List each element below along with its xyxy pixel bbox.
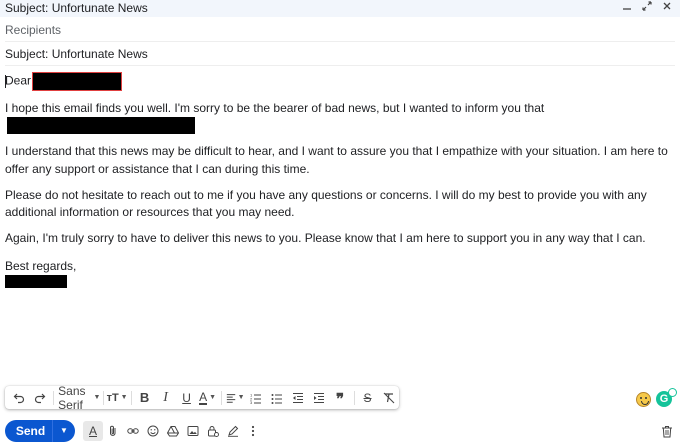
chevron-down-icon: ▼ [237, 394, 245, 401]
bulleted-list-button[interactable] [267, 386, 288, 409]
font-size-button[interactable]: тT ▼ [107, 386, 128, 409]
body-paragraph-4: Again, I'm truly sorry to have to delive… [5, 231, 646, 245]
subject-text: Subject: Unfortunate News [5, 47, 148, 61]
insert-photo-button[interactable] [183, 421, 203, 441]
italic-button[interactable]: I [155, 386, 176, 409]
message-body[interactable]: Dear I hope this email finds you well. I… [5, 72, 670, 297]
chevron-down-icon: ▼ [93, 394, 101, 401]
close-icon[interactable] [662, 1, 672, 15]
signature-block: Best regards, [5, 258, 670, 288]
quote-icon: ❞ [336, 392, 345, 408]
insert-emoji-button[interactable] [143, 421, 163, 441]
expand-icon[interactable] [642, 1, 652, 15]
indent-less-button[interactable] [288, 386, 309, 409]
recipients-field[interactable]: Recipients [5, 19, 675, 42]
text-color-button[interactable]: A ▼ [197, 386, 218, 409]
text-color-icon: A [199, 389, 208, 405]
align-button[interactable]: ▼ [225, 386, 246, 409]
more-options-icon [251, 425, 255, 437]
indent-more-icon [314, 392, 325, 403]
discard-draft-button[interactable] [659, 423, 675, 439]
undo-button[interactable] [8, 386, 29, 409]
remove-formatting-button[interactable] [378, 386, 399, 409]
closing-text: Best regards, [5, 258, 77, 273]
remove-formatting-icon [383, 392, 394, 403]
bulleted-list-icon [271, 393, 283, 404]
link-icon [127, 428, 139, 434]
strikethrough-icon: S [363, 390, 372, 405]
numbered-list-button[interactable]: 123 [246, 386, 267, 409]
drive-icon [167, 426, 179, 437]
greeting-text: Dear [5, 73, 32, 88]
underline-button[interactable]: U [176, 386, 197, 409]
redacted-recipient-name [32, 72, 123, 91]
svg-text:3: 3 [250, 400, 253, 404]
compose-action-bar: Send ▼ A [5, 420, 263, 442]
window-controls [622, 1, 672, 15]
font-family-select[interactable]: Sans Serif ▼ [56, 383, 101, 412]
indent-less-icon [293, 392, 304, 403]
minimize-icon[interactable] [622, 1, 632, 15]
font-size-icon: тT [106, 391, 119, 404]
redacted-news-detail [7, 117, 195, 135]
recipients-placeholder: Recipients [5, 23, 62, 37]
font-family-label: Sans Serif [58, 383, 86, 412]
greeting-line: Dear [5, 72, 670, 91]
compose-window-title: Subject: Unfortunate News [5, 1, 148, 15]
emoji-reaction-icon[interactable] [636, 392, 651, 407]
paragraph-1-text: I hope this email finds you well. I'm so… [5, 100, 545, 115]
photo-icon [187, 426, 199, 436]
subject-field[interactable]: Subject: Unfortunate News [5, 43, 675, 66]
send-button[interactable]: Send [5, 420, 52, 442]
emoji-icon [147, 425, 159, 437]
signature-icon [228, 425, 239, 437]
insert-signature-button[interactable] [223, 421, 243, 441]
compose-title-bar[interactable]: Subject: Unfortunate News [0, 0, 680, 17]
align-icon [226, 393, 235, 403]
redo-icon [34, 393, 45, 403]
numbered-list-icon: 123 [250, 392, 262, 404]
grammarly-badge [668, 388, 677, 397]
body-paragraph-3: Please do not hesitate to reach out to m… [5, 187, 647, 220]
strikethrough-button[interactable]: S [357, 386, 378, 409]
underline-icon: U [182, 390, 191, 405]
more-options-button[interactable] [243, 421, 263, 441]
attach-button[interactable] [103, 421, 123, 441]
formatting-options-icon: A [88, 424, 97, 438]
confidential-icon [208, 426, 219, 437]
trash-icon [662, 425, 672, 437]
attach-icon [110, 425, 116, 436]
confidential-mode-button[interactable] [203, 421, 223, 441]
indent-more-button[interactable] [309, 386, 330, 409]
send-options-button[interactable]: ▼ [52, 420, 75, 442]
body-paragraph-1: I hope this email finds you well. I'm so… [5, 100, 670, 135]
chevron-down-icon: ▼ [209, 394, 217, 401]
bold-icon: B [139, 390, 150, 405]
italic-icon: I [163, 389, 168, 405]
formatting-toolbar: Sans Serif ▼ тT ▼ B I U A ▼ ▼ 123 ❞ S [5, 383, 399, 412]
insert-link-button[interactable] [123, 421, 143, 441]
body-paragraph-2: I understand that this news may be diffi… [5, 144, 668, 176]
chevron-down-icon: ▼ [120, 394, 128, 401]
insert-drive-file-button[interactable] [163, 421, 183, 441]
quote-button[interactable]: ❞ [330, 386, 351, 409]
redacted-sender-name [5, 275, 67, 288]
redo-button[interactable] [29, 386, 50, 409]
formatting-options-button[interactable]: A [83, 421, 103, 441]
send-button-group: Send ▼ [5, 420, 75, 442]
bold-button[interactable]: B [134, 386, 155, 409]
chevron-down-icon: ▼ [60, 426, 68, 435]
undo-icon [13, 393, 24, 403]
